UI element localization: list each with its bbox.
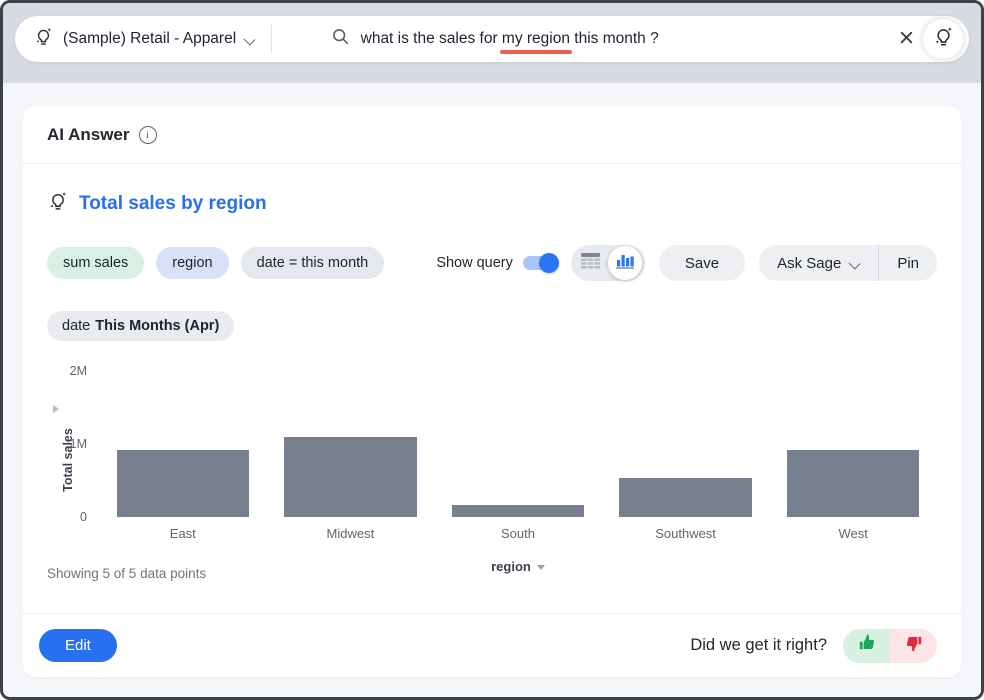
y-axis-ticks: 2M1M0 bbox=[61, 371, 87, 517]
thumbs-up-button[interactable] bbox=[843, 629, 890, 663]
bar-column bbox=[434, 371, 602, 517]
view-switcher bbox=[571, 245, 645, 281]
feedback-area: Did we get it right? bbox=[690, 629, 937, 663]
card-header: AI Answer i bbox=[23, 106, 961, 164]
query-tokens: sum sales region date = this month bbox=[47, 247, 384, 279]
y-tick-label: 1M bbox=[70, 437, 87, 451]
datasource-label: (Sample) Retail - Apparel bbox=[63, 30, 236, 48]
search-icon bbox=[286, 9, 349, 69]
sage-icon bbox=[33, 26, 54, 52]
app-window: (Sample) Retail - Apparel what is the sa… bbox=[0, 0, 984, 700]
y-axis: Total sales 2M1M0 bbox=[47, 371, 91, 517]
x-tick-label: Midwest bbox=[267, 526, 435, 541]
chart-plot bbox=[99, 371, 937, 517]
controls-row: sum sales region date = this month Show … bbox=[47, 245, 937, 281]
bar-column bbox=[769, 371, 937, 517]
show-query-control: Show query bbox=[436, 255, 557, 271]
bar-chart-icon bbox=[616, 252, 634, 274]
query-highlighted-term[interactable]: my region bbox=[502, 30, 570, 47]
info-icon[interactable]: i bbox=[139, 126, 157, 144]
bar-column bbox=[99, 371, 267, 517]
filter-chip-value: This Months (Apr) bbox=[95, 318, 219, 334]
bar-column bbox=[267, 371, 435, 517]
table-icon bbox=[581, 253, 600, 274]
card-footer: Edit Did we get it right? bbox=[23, 613, 961, 677]
bar-east[interactable] bbox=[117, 450, 249, 517]
answer-title: Total sales by region bbox=[79, 193, 267, 215]
table-view-button[interactable] bbox=[574, 246, 608, 280]
bar-chart: Total sales 2M1M0 EastMidwestSouthSouthw… bbox=[47, 371, 937, 574]
answer-title-row: Total sales by region bbox=[47, 190, 937, 217]
bar-column bbox=[602, 371, 770, 517]
datasource-selector[interactable]: (Sample) Retail - Apparel bbox=[33, 26, 269, 52]
bar-west[interactable] bbox=[787, 450, 919, 517]
answer-section: Total sales by region sum sales region d… bbox=[23, 164, 961, 613]
x-tick-label: South bbox=[434, 526, 602, 541]
sage-icon bbox=[932, 25, 955, 53]
chevron-down-icon bbox=[850, 258, 860, 268]
filter-chip-row: date This Months (Apr) bbox=[47, 311, 937, 341]
searchbar-divider bbox=[271, 25, 272, 53]
y-axis-arrow-icon bbox=[53, 405, 59, 413]
clear-search-button[interactable] bbox=[889, 22, 923, 56]
topbar: (Sample) Retail - Apparel what is the sa… bbox=[3, 3, 981, 83]
thumbs-down-button[interactable] bbox=[890, 629, 937, 663]
date-filter-chip[interactable]: date This Months (Apr) bbox=[47, 311, 234, 341]
show-query-label: Show query bbox=[436, 255, 513, 271]
chart-view-button[interactable] bbox=[608, 246, 642, 280]
search-input[interactable]: what is the sales for my region this mon… bbox=[286, 9, 889, 69]
feedback-label: Did we get it right? bbox=[690, 636, 827, 655]
sage-icon bbox=[47, 190, 69, 217]
bar-midwest[interactable] bbox=[284, 437, 416, 517]
filter-chip-prefix: date bbox=[62, 318, 90, 334]
y-tick-label: 0 bbox=[80, 510, 87, 524]
thumbs-up-icon bbox=[858, 634, 876, 657]
sage-pin-group: Ask Sage Pin bbox=[759, 245, 937, 281]
ask-sage-button[interactable] bbox=[923, 19, 963, 59]
chart-x-labels: EastMidwestSouthSouthwestWest bbox=[99, 526, 937, 541]
x-axis-title[interactable]: region bbox=[99, 559, 937, 574]
x-tick-label: West bbox=[769, 526, 937, 541]
save-button[interactable]: Save bbox=[659, 245, 745, 281]
thumbs-down-icon bbox=[905, 634, 923, 657]
feedback-buttons bbox=[843, 629, 937, 663]
token-measure[interactable]: sum sales bbox=[47, 247, 144, 279]
close-icon bbox=[899, 30, 914, 48]
toggle-knob bbox=[539, 253, 559, 273]
caret-down-icon bbox=[537, 565, 545, 570]
answer-toolbar: Show query bbox=[436, 245, 937, 281]
bar-south[interactable] bbox=[452, 505, 584, 517]
x-tick-label: East bbox=[99, 526, 267, 541]
chevron-down-icon bbox=[245, 34, 255, 44]
search-bar: (Sample) Retail - Apparel what is the sa… bbox=[15, 16, 969, 62]
y-tick-label: 2M bbox=[70, 364, 87, 378]
pin-button[interactable]: Pin bbox=[879, 245, 937, 281]
token-filter[interactable]: date = this month bbox=[241, 247, 385, 279]
bar-southwest[interactable] bbox=[619, 478, 751, 517]
edit-button[interactable]: Edit bbox=[39, 629, 117, 662]
card-title: AI Answer bbox=[47, 125, 130, 145]
ai-answer-card: AI Answer i Total sales by region bbox=[23, 106, 961, 677]
query-text: what is the sales for my region this mon… bbox=[361, 30, 659, 48]
ask-sage-dropdown[interactable]: Ask Sage bbox=[759, 245, 878, 281]
x-tick-label: Southwest bbox=[602, 526, 770, 541]
content-area: AI Answer i Total sales by region bbox=[3, 83, 981, 677]
show-query-toggle[interactable] bbox=[523, 256, 557, 270]
token-attribute[interactable]: region bbox=[156, 247, 228, 279]
